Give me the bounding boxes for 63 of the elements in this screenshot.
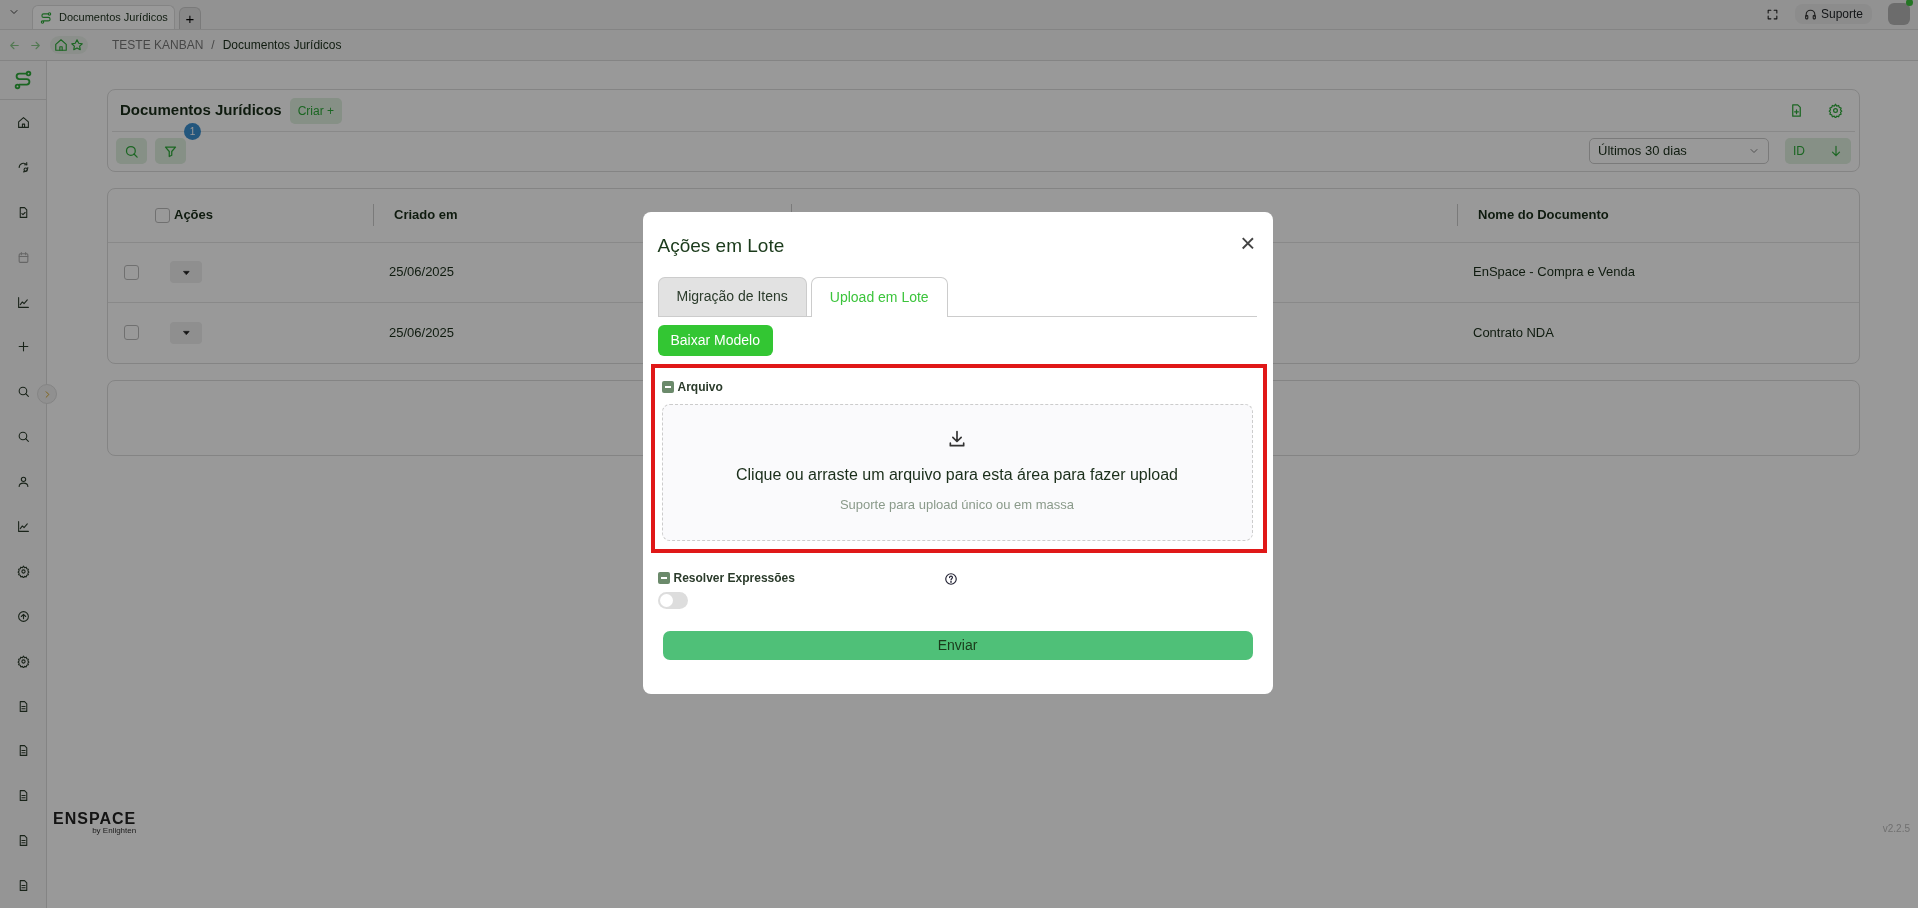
upload-dropzone[interactable]: Clique ou arraste um arquivo para esta área para fazer upload Suporte para upload único ou em massa — [661, 403, 1253, 541]
workflow-icon — [39, 10, 53, 25]
help-icon[interactable] — [943, 572, 958, 587]
arrow-down-icon — [1829, 144, 1843, 158]
browser-tab[interactable]: Documentos Jurídicos — [32, 5, 175, 29]
refresh-icon[interactable] — [16, 160, 30, 174]
settings-icon[interactable] — [16, 564, 30, 578]
table-cell-text: EnSpace - Compra e Venda — [1473, 263, 1635, 282]
search-icon[interactable] — [16, 430, 30, 444]
settings-icon[interactable] — [16, 654, 30, 668]
row-checkbox[interactable] — [124, 325, 139, 341]
dropzone-text: Clique ou arraste um arquivo para esta área para fazer upload — [735, 465, 1178, 486]
search-icon — [124, 143, 139, 159]
column-header: Criado em — [394, 206, 458, 225]
chart-icon[interactable] — [16, 295, 30, 309]
file-add-icon[interactable] — [1789, 103, 1804, 118]
upload-icon[interactable] — [16, 609, 30, 623]
breadcrumb-link[interactable]: TESTE KANBAN — [112, 36, 204, 54]
logo: ENSPACE — [53, 811, 137, 827]
download-icon — [947, 429, 967, 450]
filter-icon — [163, 143, 178, 159]
field-label: Resolver Expressões — [673, 570, 795, 588]
actions-dropdown[interactable] — [170, 261, 202, 284]
fullscreen-icon[interactable] — [1765, 7, 1779, 21]
row-checkbox[interactable] — [124, 264, 139, 280]
breadcrumb-separator: / — [211, 37, 215, 54]
online-status-dot — [1906, 0, 1913, 6]
table-cell-text: 25/06/2025 — [389, 324, 455, 343]
table-cell-text: Contrato NDA — [1473, 324, 1554, 343]
table-cell-text: 25/06/2025 — [389, 263, 455, 282]
column-header: Nome do Documento — [1478, 206, 1609, 225]
collapse-icon[interactable] — [661, 380, 674, 393]
select-all-checkbox[interactable] — [155, 207, 170, 223]
settings-icon[interactable] — [1828, 103, 1843, 118]
chart-icon[interactable] — [16, 519, 30, 533]
dropzone-hint: Suporte para upload único ou em massa — [839, 496, 1075, 515]
close-button[interactable]: × — [1239, 229, 1257, 258]
tab[interactable]: Migração de Itens — [657, 276, 807, 316]
toggle-switch[interactable] — [657, 592, 688, 609]
search-button[interactable] — [116, 138, 147, 164]
logo-tagline: by Enlighten — [92, 827, 137, 835]
collapse-icon[interactable] — [657, 572, 670, 585]
new-tab-button[interactable]: + — [178, 7, 201, 29]
home-icon[interactable] — [16, 115, 30, 129]
caret-down-icon — [181, 328, 191, 338]
count-badge: 1 — [184, 123, 201, 140]
search-icon[interactable] — [16, 385, 30, 399]
page-title: Documentos Jurídicos — [120, 100, 282, 121]
period-select[interactable]: Últimos 30 dias — [1589, 138, 1769, 164]
field-label: Arquivo — [677, 378, 723, 396]
breadcrumb-current: Documentos Jurídicos — [222, 37, 342, 54]
support-button[interactable]: Suporte — [1794, 4, 1872, 24]
filter-button[interactable] — [155, 138, 186, 164]
plus-icon[interactable] — [16, 340, 30, 354]
actions-dropdown[interactable] — [170, 321, 202, 344]
user-icon[interactable] — [16, 475, 30, 489]
headset-icon — [1803, 7, 1817, 21]
tab-title: Documentos Jurídicos — [59, 10, 168, 26]
column-header: Ações — [173, 206, 214, 225]
workflow-icon — [12, 69, 34, 91]
star-icon[interactable] — [70, 38, 84, 52]
submit-button[interactable]: Enviar — [662, 631, 1253, 660]
modal-title: Ações em Lote — [657, 234, 785, 258]
